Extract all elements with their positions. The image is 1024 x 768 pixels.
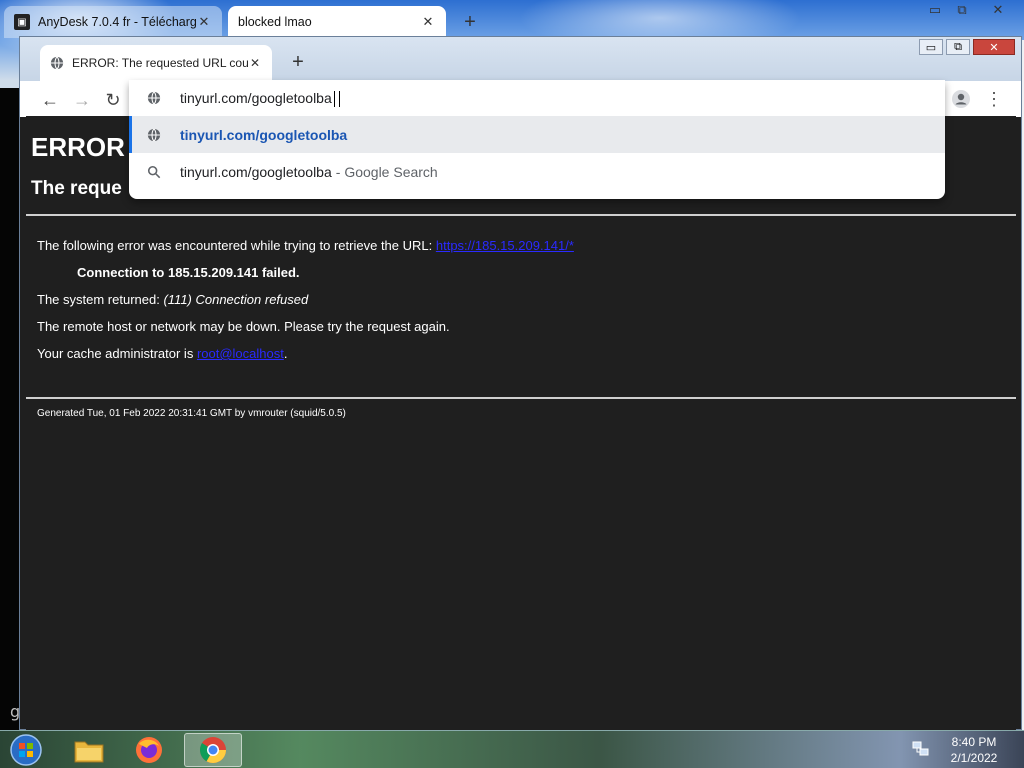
close-icon[interactable]: ✕ xyxy=(196,14,212,30)
outer-tab-title: AnyDesk 7.0.4 fr - Télécharger l xyxy=(38,15,196,29)
taskbar: 8:40 PM 2/1/2022 xyxy=(0,730,1024,768)
search-icon xyxy=(145,163,163,181)
profile-button[interactable] xyxy=(949,87,973,111)
outer-maximize-button[interactable]: ⧉ xyxy=(949,0,975,20)
globe-icon xyxy=(145,126,163,144)
outer-tab-title: blocked lmao xyxy=(238,15,312,29)
taskbar-file-explorer[interactable] xyxy=(60,733,118,767)
outer-minimize-button[interactable]: ▭ xyxy=(922,0,948,20)
system-returned-line: The system returned: (111) Connection re… xyxy=(37,292,308,307)
inner-tab-error[interactable]: ERROR: The requested URL could not be re… xyxy=(40,45,272,81)
firefox-icon xyxy=(136,737,162,763)
windows-start-icon xyxy=(10,734,42,766)
divider xyxy=(26,397,1016,399)
omnibox-suggestion-url[interactable]: tinyurl.com/googletoolba xyxy=(129,116,945,153)
inner-title-bar: ERROR: The requested URL could not be re… xyxy=(20,37,1021,81)
outer-close-button[interactable]: ✕ xyxy=(985,0,1011,20)
cache-admin-end: . xyxy=(283,346,288,361)
globe-icon xyxy=(145,89,163,107)
omnibox-input-row xyxy=(129,80,945,115)
cache-admin-email-link[interactable]: root@localhost xyxy=(197,346,284,361)
error-url-link[interactable]: https://185.15.209.141/* xyxy=(436,238,574,253)
suggestion-text: tinyurl.com/googletoolba xyxy=(180,163,332,180)
forward-button[interactable]: → xyxy=(70,88,94,112)
address-bar-input[interactable] xyxy=(180,89,780,106)
page-subheading: The reque xyxy=(31,178,122,199)
system-returned-value: (111) Connection refused xyxy=(163,292,309,307)
system-returned-label: The system returned: xyxy=(37,292,164,307)
inner-close-button[interactable]: ✕ xyxy=(973,39,1015,55)
cache-admin-line: Your cache administrator is root@localho… xyxy=(37,346,287,361)
omnibox-suggestion-search[interactable]: tinyurl.com/googletoolba - Google Search xyxy=(129,153,945,190)
system-clock[interactable]: 8:40 PM 2/1/2022 xyxy=(944,734,1004,766)
outer-tab-blocked[interactable]: blocked lmao ✕ xyxy=(228,6,446,38)
omnibox-dropdown: tinyurl.com/googletoolba tinyurl.com/goo… xyxy=(129,80,945,199)
page-heading: ERROR xyxy=(31,132,125,162)
reload-button[interactable]: ↻ xyxy=(101,88,125,112)
back-button[interactable]: ← xyxy=(38,88,62,112)
network-icon[interactable] xyxy=(912,741,930,762)
page-footer: Generated Tue, 01 Feb 2022 20:31:41 GMT … xyxy=(37,408,346,419)
globe-icon xyxy=(50,56,64,70)
outer-tab-strip: ▣ AnyDesk 7.0.4 fr - Télécharger l ✕ blo… xyxy=(0,0,1024,40)
cache-admin-label: Your cache administrator is xyxy=(37,346,197,361)
outer-new-tab-button[interactable]: + xyxy=(458,11,482,35)
anydesk-favicon-icon: ▣ xyxy=(14,14,30,30)
inner-minimize-button[interactable]: ▭ xyxy=(919,39,943,55)
taskbar-chrome[interactable] xyxy=(184,733,242,767)
start-button[interactable] xyxy=(6,733,46,767)
chrome-icon xyxy=(199,737,227,764)
outer-tab-anydesk[interactable]: ▣ AnyDesk 7.0.4 fr - Télécharger l ✕ xyxy=(4,6,222,38)
error-page: ERROR The reque The following error was … xyxy=(26,116,1016,730)
remote-host-text: The remote host or network may be down. … xyxy=(37,319,450,334)
close-icon[interactable]: ✕ xyxy=(248,56,262,70)
folder-icon xyxy=(74,741,104,763)
error-intro-text: The following error was encountered whil… xyxy=(37,238,436,253)
profile-icon xyxy=(952,90,970,108)
taskbar-firefox[interactable] xyxy=(120,733,178,767)
divider xyxy=(26,214,1016,216)
inner-tab-title: ERROR: The requested URL could not be re… xyxy=(72,56,248,70)
clock-time: 8:40 PM xyxy=(951,735,997,749)
clock-date: 2/1/2022 xyxy=(950,751,998,765)
close-icon[interactable]: ✕ xyxy=(420,14,436,30)
connection-failed-text: Connection to 185.15.209.141 failed. xyxy=(77,265,300,280)
suggestion-text: tinyurl.com/googletoolba xyxy=(180,126,348,143)
inner-new-tab-button[interactable]: + xyxy=(286,51,310,75)
menu-button[interactable]: ⋮ xyxy=(982,87,1006,111)
inner-maximize-button[interactable]: ⧉ xyxy=(946,39,970,55)
error-intro-line: The following error was encountered whil… xyxy=(37,238,574,253)
text-cursor-icon xyxy=(334,91,340,107)
suggestion-suffix: - Google Search xyxy=(335,163,438,180)
